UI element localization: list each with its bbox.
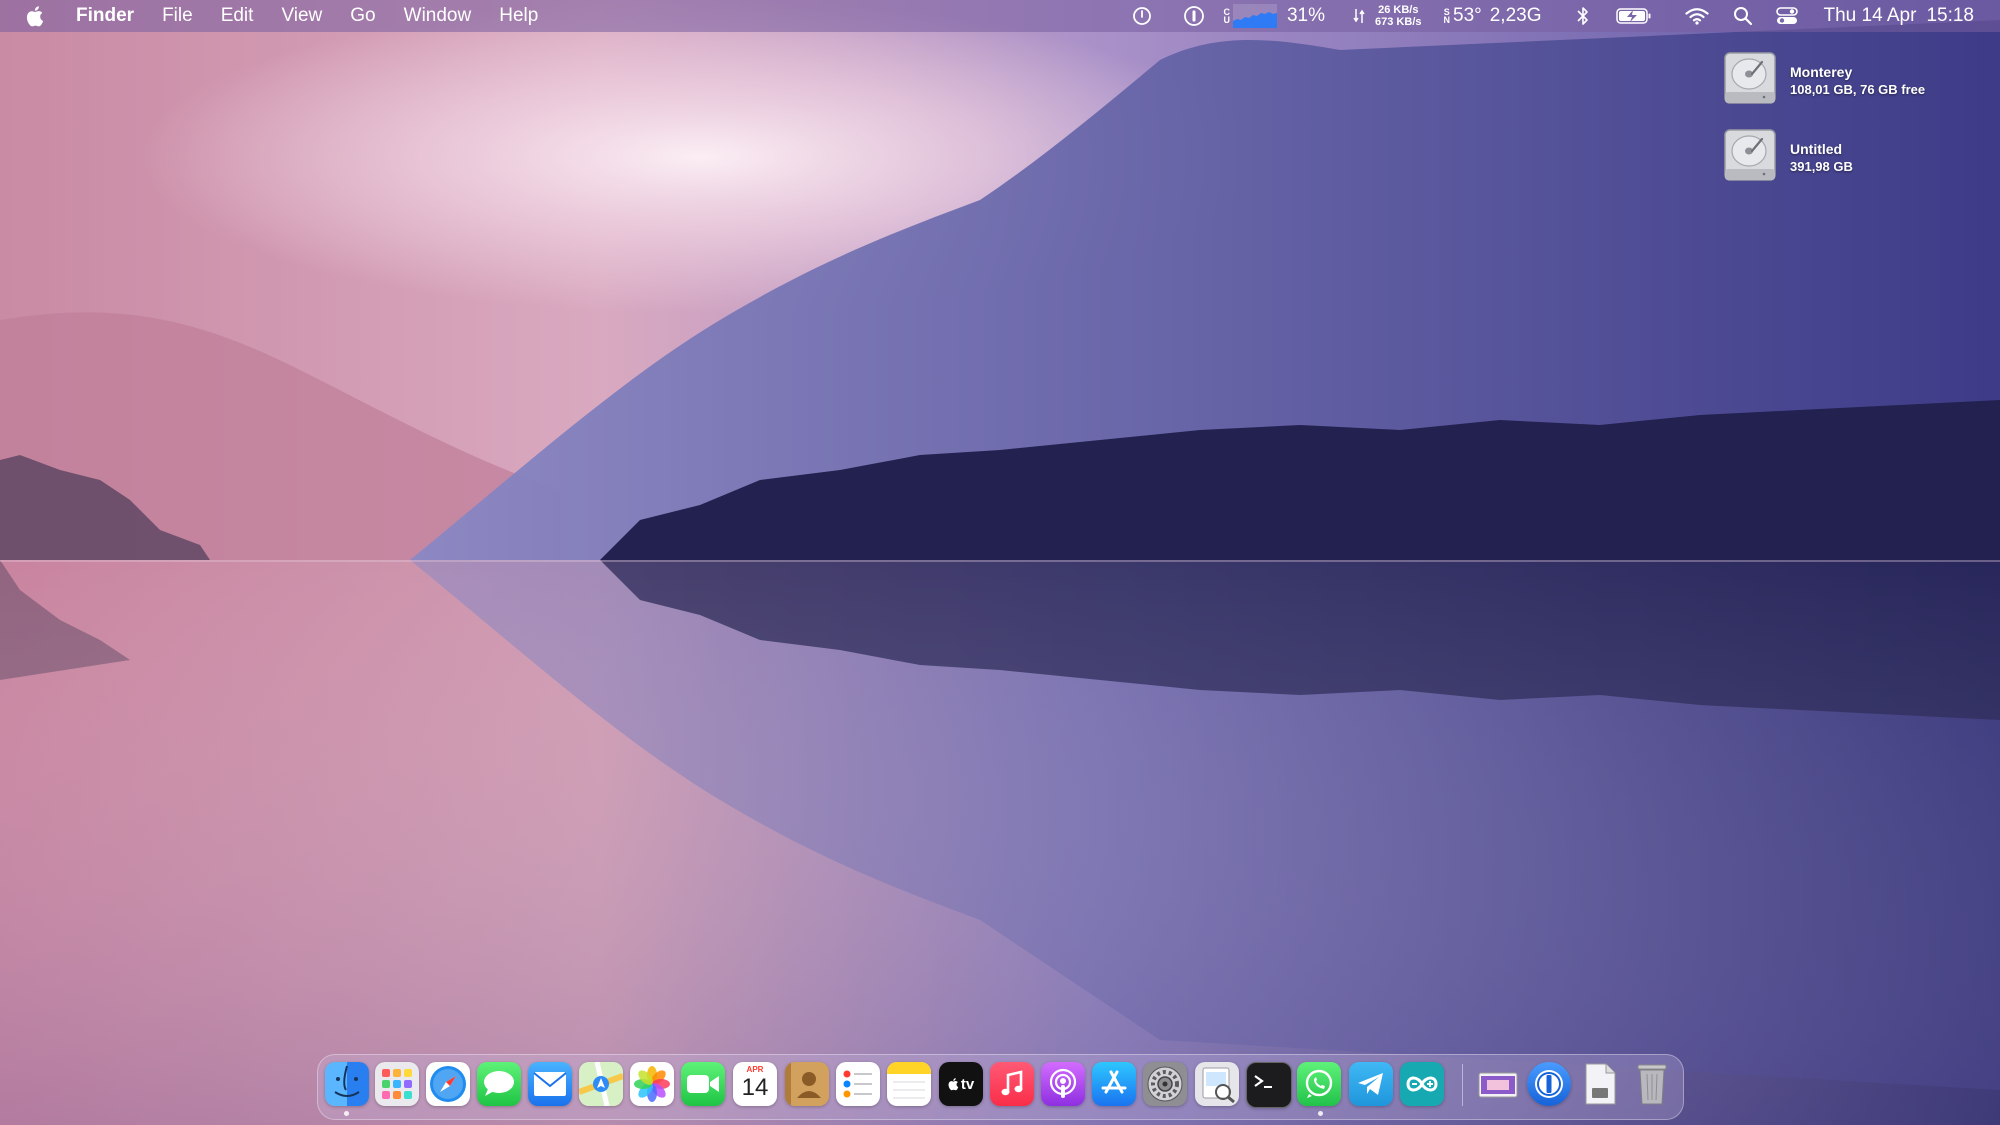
bluetooth-icon[interactable] xyxy=(1568,0,1598,32)
dock-appletv-icon[interactable]: tv xyxy=(939,1062,983,1106)
onepassword-status-icon[interactable] xyxy=(1179,0,1209,32)
finder-running-indicator xyxy=(344,1111,349,1116)
dock-telegram-icon[interactable] xyxy=(1349,1062,1393,1106)
sensor-label-bottom: N xyxy=(1443,15,1451,25)
menu-file[interactable]: File xyxy=(148,0,207,32)
dock-podcasts-icon[interactable] xyxy=(1041,1062,1085,1106)
app-menu-finder[interactable]: Finder xyxy=(66,0,148,32)
dock-maps-icon[interactable] xyxy=(579,1062,623,1106)
hard-drive-icon xyxy=(1724,52,1776,104)
desktop-drive-untitled[interactable]: Untitled 391,98 GB xyxy=(1722,127,1853,183)
dock-music-icon[interactable] xyxy=(990,1062,1034,1106)
calendar-month: APR xyxy=(746,1065,764,1074)
dock-system-preferences-icon[interactable] xyxy=(1143,1062,1187,1106)
menu-help[interactable]: Help xyxy=(485,0,552,32)
frequency-reading: 2,23G xyxy=(1489,5,1542,26)
temperature-reading: 53° xyxy=(1453,5,1482,26)
dock-arduino-icon[interactable] xyxy=(1400,1062,1444,1106)
timer-status-icon[interactable] xyxy=(1127,0,1157,32)
network-arrows-icon xyxy=(1353,0,1365,32)
menu-window[interactable]: Window xyxy=(390,0,486,32)
whatsapp-running-indicator xyxy=(1318,1111,1323,1116)
control-center-icon[interactable] xyxy=(1772,0,1802,32)
drive-name: Monterey xyxy=(1790,64,1853,80)
dock-launchpad-icon[interactable] xyxy=(375,1062,419,1106)
menu-view[interactable]: View xyxy=(267,0,336,32)
dock-onepassword-icon[interactable] xyxy=(1527,1062,1571,1106)
sensor-label: S N xyxy=(1443,8,1451,25)
desktop-wallpaper xyxy=(0,0,2000,1125)
menubar-date[interactable]: Thu 14 Apr xyxy=(1824,0,1917,32)
menu-bar: Finder File Edit View Go Window Help C U… xyxy=(0,0,2000,32)
menubar-time[interactable]: 15:18 xyxy=(1926,0,1974,32)
drive-info: 391,98 GB xyxy=(1790,159,1853,174)
cpu-label: C U xyxy=(1223,8,1230,25)
dock-documents-stack-icon[interactable] xyxy=(1578,1062,1622,1106)
menu-go[interactable]: Go xyxy=(336,0,389,32)
dock-reminders-icon[interactable] xyxy=(836,1062,880,1106)
net-download: 673 KB/s xyxy=(1375,16,1422,28)
drive-name: Untitled xyxy=(1790,141,1843,157)
sensors-monitor[interactable]: S N 53° 2,23G xyxy=(1444,0,1542,32)
spotlight-search-icon[interactable] xyxy=(1728,0,1758,32)
apple-menu-icon[interactable] xyxy=(24,4,48,28)
wifi-icon[interactable] xyxy=(1682,0,1712,32)
calendar-day: 14 xyxy=(741,1074,769,1101)
drive-info: 108,01 GB, 76 GB free xyxy=(1790,82,1926,97)
apple-logo-icon xyxy=(948,1078,959,1091)
dock-whatsapp-icon[interactable] xyxy=(1297,1062,1341,1106)
cpu-monitor[interactable]: C U xyxy=(1223,0,1277,32)
dock-messages-icon[interactable] xyxy=(477,1062,521,1106)
dock-safari-icon[interactable] xyxy=(426,1062,470,1106)
dock-appstore-icon[interactable] xyxy=(1092,1062,1136,1106)
cpu-percent: 31% xyxy=(1286,5,1326,26)
cpu-label-bottom: U xyxy=(1223,15,1230,25)
dock-photos-icon[interactable] xyxy=(630,1062,674,1106)
dock-preview-icon[interactable] xyxy=(1195,1062,1239,1106)
dock-terminal-icon[interactable] xyxy=(1246,1062,1292,1108)
dock-contacts-icon[interactable] xyxy=(785,1062,829,1106)
tv-label: tv xyxy=(960,1075,975,1093)
dock-facetime-icon[interactable] xyxy=(681,1062,725,1106)
dock-mail-icon[interactable] xyxy=(528,1062,572,1106)
dock-notes-icon[interactable] xyxy=(887,1062,931,1106)
net-upload: 26 KB/s xyxy=(1378,4,1419,16)
dock-trash-icon[interactable] xyxy=(1630,1062,1674,1106)
dock-separator xyxy=(1462,1064,1463,1106)
network-speed[interactable]: 26 KB/s 673 KB/s xyxy=(1375,0,1421,32)
hard-drive-icon xyxy=(1724,129,1776,181)
menu-edit[interactable]: Edit xyxy=(207,0,268,32)
dock-finder-icon[interactable] xyxy=(325,1062,369,1106)
battery-charging-icon[interactable] xyxy=(1614,0,1654,32)
desktop-drive-monterey[interactable]: Monterey 108,01 GB, 76 GB free xyxy=(1722,50,1925,106)
cpu-graph xyxy=(1232,4,1277,28)
dock-calendar-icon[interactable]: APR 14 xyxy=(733,1062,777,1106)
dock-screenshots-stack-icon[interactable] xyxy=(1476,1062,1520,1106)
